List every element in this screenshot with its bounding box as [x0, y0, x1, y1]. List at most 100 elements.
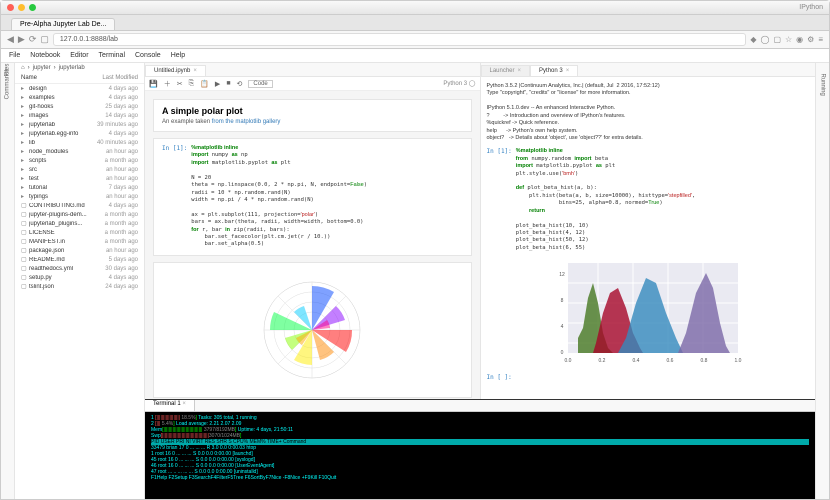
tab-running[interactable]: Running	[820, 74, 826, 87]
histogram-output: 0.00.20.4 0.60.81.0 04812	[548, 258, 748, 368]
htop-uptime: Uptime: 4 days, 21:50:11	[238, 427, 293, 433]
input-prompt: In [1]:	[487, 148, 512, 252]
cell-type-select[interactable]: Code	[248, 80, 272, 88]
ext-icon[interactable]: ◯	[760, 35, 769, 44]
notebook-pane: Untitled.ipynb × 💾 ＋ ✂ ⎘ 📋 ▶ ■ ⟲ Code	[145, 63, 481, 399]
breadcrumb[interactable]: ⌂ ›jupyter ›jupyterlab	[15, 63, 144, 73]
copy-icon[interactable]: ⎘	[189, 80, 195, 88]
close-icon[interactable]: ×	[518, 68, 522, 74]
close-icon[interactable]: ×	[193, 68, 197, 74]
ext-icon[interactable]: ⚙	[807, 35, 814, 44]
file-row[interactable]: ▸node_modulesan hour ago	[15, 147, 144, 156]
ext-icon[interactable]: ☆	[785, 35, 792, 44]
back-icon[interactable]: ◀	[7, 34, 14, 45]
browser-tab-strip: Pre-Alpha Jupyter Lab De...	[1, 15, 829, 31]
address-input[interactable]: 127.0.0.1:8888/lab	[53, 33, 746, 46]
console-input-empty[interactable]	[516, 374, 809, 382]
terminal-tabs: Terminal 1 ×	[145, 400, 815, 412]
file-row[interactable]: ▸git-hooks25 days ago	[15, 102, 144, 111]
file-row[interactable]: ▸srcan hour ago	[15, 165, 144, 174]
file-row[interactable]: ▢jupyterlab_plugins...a month ago	[15, 219, 144, 228]
svg-text:1.0: 1.0	[734, 358, 741, 364]
output-cell	[153, 262, 472, 398]
console-body[interactable]: Python 3.5.2 |Continuum Analytics, Inc.|…	[481, 77, 816, 399]
console-tabs: Launcher× Python 3×	[481, 63, 816, 77]
main-content: Files Commands ⌂ ›jupyter ›jupyterlab Na…	[1, 63, 829, 499]
md-text: An example taken from the matplotlib gal…	[162, 119, 463, 125]
file-row[interactable]: ▸lib40 minutes ago	[15, 138, 144, 147]
file-row[interactable]: ▢README.md5 days ago	[15, 255, 144, 264]
ext-icon[interactable]: ▢	[773, 35, 781, 44]
file-row[interactable]: ▸images14 days ago	[15, 111, 144, 120]
md-link[interactable]: from the matplotlib gallery	[212, 119, 281, 125]
terminal-pane: Terminal 1 × 1 [|||||||||||||||||| 18.5%…	[145, 399, 815, 499]
file-row[interactable]: ▸jupyterlab.egg-info4 days ago	[15, 129, 144, 138]
minimize-window-icon[interactable]	[18, 4, 25, 11]
file-row[interactable]: ▢setup.py4 days ago	[15, 273, 144, 282]
code-cell[interactable]: In [1]: %matplotlib inline import numpy …	[153, 138, 472, 256]
htop-fkeys: F1Help F2Setup F3SearchF4FilterF5Tree F6…	[151, 475, 809, 481]
file-row[interactable]: ▸examples4 days ago	[15, 93, 144, 102]
close-icon[interactable]: ×	[182, 401, 186, 407]
stop-icon[interactable]: ■	[226, 80, 230, 87]
file-row[interactable]: ▢tslint.json24 days ago	[15, 282, 144, 291]
app-menubar: File Notebook Editor Terminal Console He…	[1, 49, 829, 63]
close-icon[interactable]: ×	[566, 68, 570, 74]
forward-icon[interactable]: ▶	[18, 34, 25, 45]
ext-icon[interactable]: ◉	[796, 35, 803, 44]
restart-icon[interactable]: ⟲	[237, 80, 243, 88]
file-row[interactable]: ▸jupyterlab39 minutes ago	[15, 120, 144, 129]
file-row[interactable]: ▢jupyter-plugins-dem...a month ago	[15, 210, 144, 219]
menu-icon[interactable]: ≡	[818, 35, 823, 44]
tab-python3[interactable]: Python 3×	[530, 65, 578, 76]
menu-terminal[interactable]: Terminal	[99, 52, 125, 59]
paste-icon[interactable]: 📋	[200, 80, 209, 88]
svg-text:4: 4	[560, 324, 563, 330]
terminal-body[interactable]: 1 [|||||||||||||||||| 18.5%] Tasks: 305 …	[145, 412, 815, 499]
console-banner: Python 3.5.2 |Continuum Analytics, Inc.|…	[487, 83, 810, 142]
kernel-label[interactable]: Python 3 ◯	[443, 80, 475, 87]
file-row[interactable]: ▢MANIFEST.ina month ago	[15, 237, 144, 246]
save-icon[interactable]: 💾	[149, 80, 158, 88]
tab-terminal1[interactable]: Terminal 1 ×	[145, 400, 195, 411]
menu-editor[interactable]: Editor	[70, 52, 88, 59]
ext-icon[interactable]: ◆	[750, 35, 756, 44]
app-window: IPython Pre-Alpha Jupyter Lab De... ◀ ▶ …	[0, 0, 830, 500]
col-modified[interactable]: Last Modified	[94, 75, 138, 81]
md-heading: A simple polar plot	[162, 106, 463, 116]
file-row[interactable]: ▸testan hour ago	[15, 174, 144, 183]
tab-untitled[interactable]: Untitled.ipynb ×	[145, 65, 206, 76]
console-input[interactable]: %matplotlib inline from numpy.random imp…	[516, 148, 809, 252]
tab-commands[interactable]: Commands	[5, 69, 11, 100]
markdown-cell[interactable]: A simple polar plot An example taken fro…	[153, 99, 472, 132]
input-prompt-empty: In [ ]:	[487, 374, 512, 382]
col-name[interactable]: Name	[21, 75, 94, 81]
browser-tab[interactable]: Pre-Alpha Jupyter Lab De...	[11, 18, 115, 30]
menu-file[interactable]: File	[9, 52, 20, 59]
file-row[interactable]: ▢CONTRIBUTING.md4 days ago	[15, 201, 144, 210]
menu-notebook[interactable]: Notebook	[30, 52, 60, 59]
close-window-icon[interactable]	[7, 4, 14, 11]
file-row[interactable]: ▸typingsan hour ago	[15, 192, 144, 201]
right-activity-bar: Running	[815, 63, 829, 499]
run-icon[interactable]: ▶	[215, 80, 220, 88]
file-columns-header: Name Last Modified	[15, 73, 144, 84]
svg-text:12: 12	[559, 272, 565, 278]
menu-console[interactable]: Console	[135, 52, 161, 59]
file-row[interactable]: ▢readthedocs.yml30 days ago	[15, 264, 144, 273]
tab-launcher[interactable]: Launcher×	[481, 65, 531, 76]
left-activity-bar: Files Commands	[1, 63, 15, 499]
file-row[interactable]: ▢LICENSEa month ago	[15, 228, 144, 237]
file-row[interactable]: ▸scriptsa month ago	[15, 156, 144, 165]
code-editor[interactable]: %matplotlib inline import numpy as np im…	[191, 145, 462, 249]
menu-help[interactable]: Help	[171, 52, 185, 59]
add-cell-icon[interactable]: ＋	[164, 79, 171, 89]
zoom-window-icon[interactable]	[29, 4, 36, 11]
file-row[interactable]: ▸design4 days ago	[15, 84, 144, 93]
file-row[interactable]: ▢package.jsonan hour ago	[15, 246, 144, 255]
cut-icon[interactable]: ✂	[177, 80, 183, 88]
reload-icon[interactable]: ⟳	[29, 34, 37, 45]
file-row[interactable]: ▸tutorial7 days ago	[15, 183, 144, 192]
split-panes: Untitled.ipynb × 💾 ＋ ✂ ⎘ 📋 ▶ ■ ⟲ Code	[145, 63, 815, 399]
home-icon[interactable]: ⌂	[21, 65, 25, 71]
